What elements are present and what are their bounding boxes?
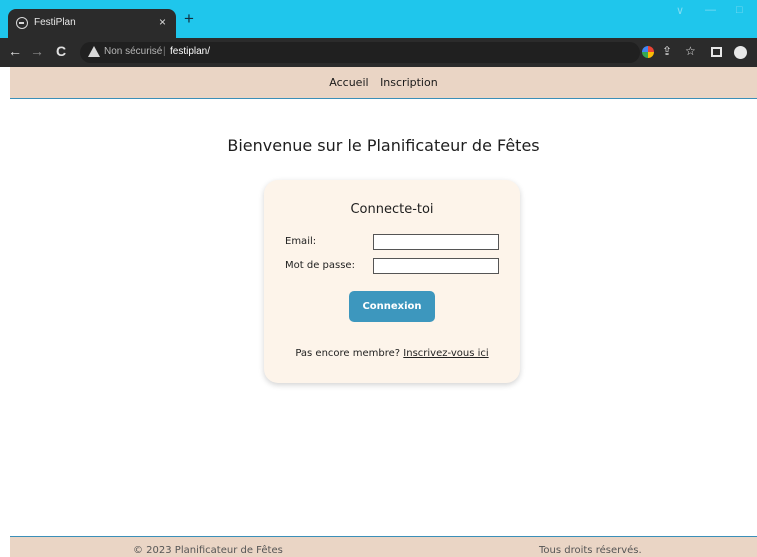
- email-input[interactable]: [373, 234, 499, 250]
- site-navbar: Accueil Inscription: [10, 67, 757, 99]
- password-label: Mot de passe:: [285, 260, 355, 271]
- browser-tabstrip: FestiPlan × + ∨ — □: [0, 0, 757, 38]
- signup-link[interactable]: Inscrivez-vous ici: [403, 348, 488, 359]
- new-tab-button[interactable]: +: [184, 9, 194, 29]
- close-tab-icon[interactable]: ×: [159, 15, 166, 29]
- email-label: Email:: [285, 236, 317, 247]
- footer-copyright: © 2023 Planificateur de Fêtes: [133, 545, 283, 556]
- footer-rights: Tous droits réservés.: [539, 545, 642, 556]
- url-separator: |: [163, 46, 166, 57]
- tab-title: FestiPlan: [34, 17, 76, 28]
- nav-link-home[interactable]: Accueil: [329, 76, 368, 89]
- site-footer: © 2023 Planificateur de Fêtes Tous droit…: [10, 536, 757, 557]
- url-text[interactable]: festiplan/: [170, 46, 210, 57]
- warning-icon: [88, 46, 100, 57]
- share-icon[interactable]: ⇪: [662, 44, 672, 58]
- page-title: Bienvenue sur le Planificateur de Fêtes: [227, 136, 540, 155]
- google-icon[interactable]: [642, 46, 654, 58]
- address-bar[interactable]: Non sécurisé | festiplan/: [80, 42, 640, 63]
- reload-button[interactable]: C: [56, 43, 66, 59]
- profile-icon[interactable]: [734, 46, 747, 59]
- browser-tab[interactable]: FestiPlan ×: [8, 9, 176, 38]
- security-status[interactable]: Non sécurisé: [104, 46, 162, 57]
- forward-button[interactable]: →: [30, 43, 44, 59]
- browser-toolbar: ← → C Non sécurisé | festiplan/ ⇪ ☆: [0, 38, 757, 67]
- signup-prompt: Pas encore membre? Inscrivez-vous ici: [264, 348, 520, 359]
- login-card: Connecte-toi Email: Mot de passe: Connex…: [264, 180, 520, 383]
- login-heading: Connecte-toi: [350, 202, 434, 217]
- signup-prompt-text: Pas encore membre?: [295, 348, 401, 359]
- login-button[interactable]: Connexion: [349, 291, 435, 322]
- nav-link-signup[interactable]: Inscription: [380, 76, 438, 89]
- globe-icon: [16, 17, 28, 29]
- password-input[interactable]: [373, 258, 499, 274]
- back-button[interactable]: ←: [8, 43, 22, 59]
- maximize-button[interactable]: □: [736, 4, 743, 16]
- minimize-button[interactable]: —: [705, 4, 716, 16]
- side-panel-icon[interactable]: [711, 47, 722, 57]
- tab-search-chevron-icon[interactable]: ∨: [676, 4, 684, 17]
- bookmark-star-icon[interactable]: ☆: [685, 44, 696, 58]
